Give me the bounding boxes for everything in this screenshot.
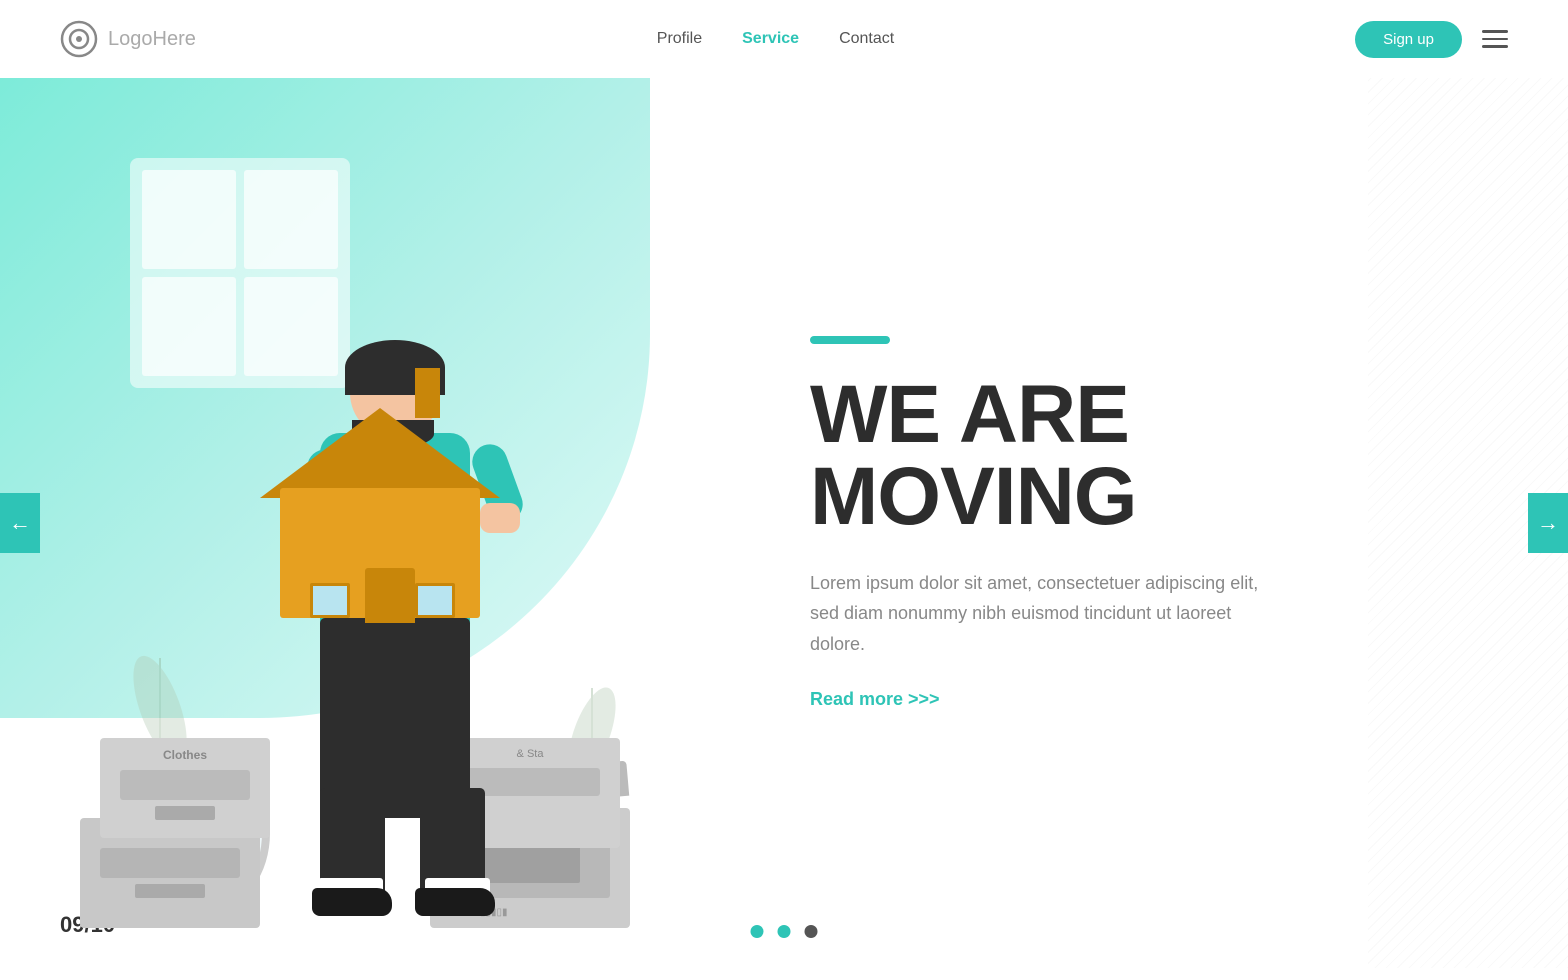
arrow-left-icon: ← — [9, 510, 31, 536]
accent-bar — [810, 336, 890, 344]
window-pane — [142, 277, 236, 376]
box-label-sticker — [155, 806, 215, 820]
logo-text: LogoHere — [108, 28, 196, 51]
person-shoe-left — [312, 888, 392, 916]
signup-button[interactable]: Sign up — [1355, 21, 1462, 58]
hamburger-line-1 — [1482, 30, 1508, 33]
text-area: WE ARE MOVING Lorem ipsum dolor sit amet… — [750, 78, 1568, 968]
house-window-2 — [415, 583, 455, 618]
nav-links: Profile Service Contact — [657, 30, 894, 48]
nav-contact[interactable]: Contact — [839, 30, 894, 48]
prev-slide-button[interactable]: ← — [0, 493, 40, 553]
nav-profile[interactable]: Profile — [657, 30, 702, 48]
box-tape — [120, 770, 250, 800]
hamburger-line-3 — [1482, 45, 1508, 48]
person-shoe-right — [415, 888, 495, 916]
box-tape-2 — [100, 848, 240, 878]
main-content: ← — [0, 78, 1568, 968]
window-pane — [142, 170, 236, 269]
hamburger-menu[interactable] — [1482, 30, 1508, 48]
person-illustration — [290, 348, 510, 908]
house-window-1 — [310, 583, 350, 618]
dot-1[interactable] — [751, 925, 764, 938]
house-roof — [260, 408, 500, 498]
box-label-sticker-2 — [135, 884, 205, 898]
heading-line-2: MOVING — [810, 451, 1137, 542]
house-illustration — [260, 408, 500, 628]
house-body — [280, 488, 480, 618]
heading-line-1: WE ARE — [810, 369, 1129, 460]
house-door — [365, 568, 415, 623]
slide-dots — [751, 925, 818, 938]
box-label-sta: & Sta — [517, 748, 544, 760]
box-label-clothes: Clothes — [163, 748, 207, 762]
window-pane — [244, 170, 338, 269]
nav-service[interactable]: Service — [742, 30, 799, 48]
logo[interactable]: LogoHere — [60, 20, 196, 58]
illustration-area: Clothes & Sta ▮▯▮▯▮ — [0, 78, 750, 968]
hamburger-line-2 — [1482, 38, 1508, 41]
navbar: LogoHere Profile Service Contact Sign up — [0, 0, 1568, 78]
next-slide-button[interactable]: → — [1528, 493, 1568, 553]
dot-3[interactable] — [805, 925, 818, 938]
nav-right: Sign up — [1355, 21, 1508, 58]
arrow-right-icon: → — [1537, 510, 1559, 536]
logo-icon — [60, 20, 98, 58]
moving-box-clothes: Clothes — [100, 738, 270, 838]
hero-description: Lorem ipsum dolor sit amet, consectetuer… — [810, 568, 1260, 660]
dot-2[interactable] — [778, 925, 791, 938]
